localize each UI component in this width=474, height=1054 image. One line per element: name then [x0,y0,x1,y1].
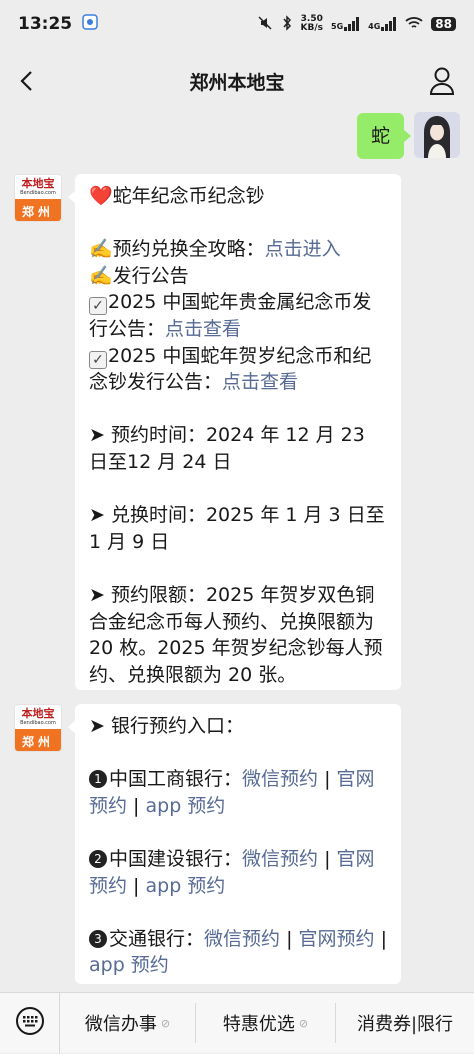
city-label: 郑州 [15,199,61,221]
menu-item-vouchers-traffic[interactable]: 消费券|限行 [336,1003,474,1043]
wechat-booking-link[interactable]: 微信预约 [242,768,318,790]
signal-icon-5g: 5G [331,17,360,31]
exchange-time: ➤ 兑换时间：2025 年 1 月 3 日至 1 月 9 日 [89,504,385,553]
checkbox-icon: ✓ [89,297,107,316]
menu-item-wechat-services[interactable]: 微信办事 ⊘ [60,1003,196,1043]
wechat-booking-link[interactable]: 微信预约 [242,848,318,870]
link-icon: ⊘ [160,1016,171,1030]
nav-bar: 郑州本地宝 [0,48,474,114]
bank-line: 1 中国工商银行：微信预约 | 官网预约 | app 预约 [89,768,375,817]
bank-line: 2 中国建设银行：微信预约 | 官网预约 | app 预约 [89,847,375,897]
app-booking-link[interactable]: app 预约 [146,875,226,897]
bank-entry-heading: ➤ 银行预约入口： [89,715,244,737]
booking-time: ➤ 预约时间：2024 年 12 月 23 日至12 月 24 日 [89,424,365,473]
view-link[interactable]: 点击查看 [222,371,298,393]
back-arrow-icon[interactable] [14,67,42,95]
bank-line: 3 交通银行：微信预约 | 官网预约 | app 预约 [89,927,387,977]
status-time: 13:25 [18,14,73,34]
wechat-booking-link[interactable]: 微信预约 [204,928,280,950]
view-link[interactable]: 点击查看 [165,318,241,340]
status-bar: 13:25 3.50 KB/s 5G 4G 88 [0,0,474,48]
number-one-icon: 1 [89,770,107,789]
page-title: 郑州本地宝 [189,71,285,94]
menu-item-special-offers[interactable]: 特惠优选 ⊘ [196,1003,336,1043]
message-bubble: ❤️蛇年纪念币纪念钞 ✍️预约兑换全攻略：点击进入 ✍️发行公告 ✓ 2025 中… [68,174,401,690]
number-two-icon: 2 [89,849,107,868]
brand-logo-text: 本地宝 [21,707,55,720]
message-heading: ❤️蛇年纪念币纪念钞 [89,185,265,207]
brand-url: Bendibao.com [20,720,56,726]
checkbox-icon: ✓ [89,350,107,369]
keyboard-icon [15,1006,45,1040]
link-icon: ⊘ [298,1016,309,1030]
battery-level: 88 [431,17,456,31]
wifi-icon [405,16,423,33]
brand-url: Bendibao.com [20,190,56,196]
brand-logo-text: 本地宝 [21,177,55,190]
keyboard-toggle-button[interactable] [0,992,60,1054]
precious-metal-notice: ✓ 2025 中国蛇年贵金属纪念币发行公告：点击查看 [89,291,372,340]
my-message-row: 蛇 [356,112,460,159]
enter-link[interactable]: 点击进入 [265,238,341,260]
website-booking-link[interactable]: 官网预约 [299,928,375,950]
app-notification-icon [82,13,98,35]
booking-limit: ➤ 预约限额：2025 年贺岁双色铜合金纪念币每人预约、兑换限额为 20 枚。2… [89,583,383,686]
notice-line: ✍️发行公告 [89,264,189,287]
avatar[interactable] [414,112,460,158]
app-booking-link[interactable]: app 预约 [146,795,226,817]
number-three-icon: 3 [89,929,107,948]
net-speed: 3.50 KB/s [300,14,324,33]
bluetooth-icon [281,14,293,34]
bot-avatar[interactable]: 本地宝 Bendibao.com 郑州 [14,174,62,222]
signal-icon-4g: 4G [368,17,397,31]
coin-note-notice: ✓ 2025 中国蛇年贺岁纪念币和纪念钞发行公告：点击查看 [89,344,372,394]
bottom-menu-bar: 微信办事 ⊘ 特惠优选 ⊘ 消费券|限行 [0,992,474,1054]
city-label: 郑州 [15,729,61,751]
app-booking-link[interactable]: app 预约 [89,954,169,976]
bot-avatar[interactable]: 本地宝 Bendibao.com 郑州 [14,704,62,752]
my-message-bubble[interactable]: 蛇 [356,113,412,159]
person-icon[interactable] [428,66,456,96]
mute-icon [257,15,273,34]
message-bubble: ➤ 银行预约入口： 1 中国工商银行：微信预约 | 官网预约 | app 预约 2… [68,704,401,984]
guide-line: ✍️预约兑换全攻略：点击进入 [89,238,341,261]
